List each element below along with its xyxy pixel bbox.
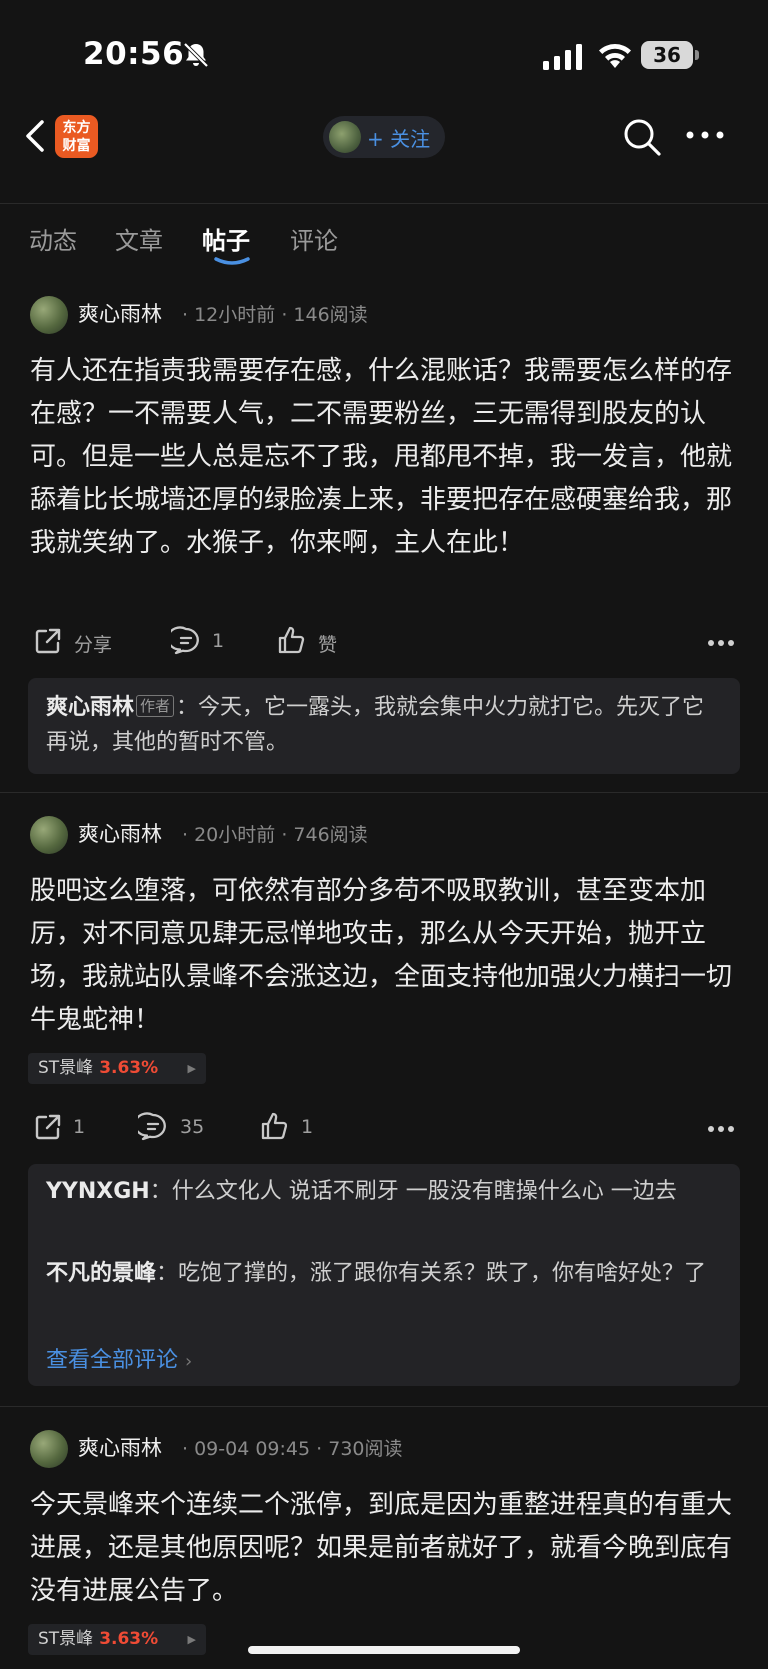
like-icon[interactable] bbox=[277, 625, 307, 655]
like-button[interactable]: 赞 bbox=[318, 630, 337, 657]
comments-preview[interactable]: 爽心雨林 作者 ：今天，它一露头，我就会集中火力就打它。先灭了它再说，其他的暂时不管… bbox=[28, 678, 740, 774]
chevron-right-icon: › bbox=[185, 1351, 193, 1372]
post-time: 20小时前 bbox=[194, 824, 276, 846]
view-all-label: 查看全部评论 bbox=[46, 1348, 179, 1373]
stock-tag[interactable]: ST景峰 3.63% ▶ bbox=[28, 1624, 206, 1655]
view-all-comments-link[interactable]: 查看全部评论 › bbox=[46, 1342, 192, 1374]
like-icon[interactable] bbox=[260, 1111, 290, 1141]
post-divider bbox=[0, 792, 768, 793]
back-chevron-icon[interactable] bbox=[22, 118, 48, 154]
author-badge: 作者 bbox=[136, 695, 175, 717]
share-icon[interactable] bbox=[33, 626, 63, 656]
post-divider bbox=[0, 1406, 768, 1407]
post-time: 09-04 09:45 bbox=[194, 1438, 311, 1460]
bell-off-icon bbox=[183, 42, 209, 68]
chevron-right-icon: ▶ bbox=[187, 1633, 196, 1646]
tab-comments[interactable]: 评论 bbox=[290, 221, 338, 256]
stock-tag[interactable]: ST景峰 3.63% ▶ bbox=[28, 1053, 206, 1084]
post-more-icon[interactable] bbox=[707, 639, 735, 647]
comment-item[interactable]: YYNXGH：什么文化人 说话不刷牙 一股没有瞎操什么心 一边去 bbox=[46, 1174, 722, 1209]
comment-icon[interactable] bbox=[138, 1112, 168, 1142]
app-logo[interactable]: 东方 财富 bbox=[55, 115, 98, 158]
stock-name: ST景峰 bbox=[38, 1058, 94, 1078]
comment-icon[interactable] bbox=[171, 626, 201, 656]
stock-name: ST景峰 bbox=[38, 1629, 94, 1649]
chevron-right-icon: ▶ bbox=[187, 1062, 196, 1075]
nav-bar: 东方 财富 + 关注 bbox=[0, 100, 768, 175]
like-count[interactable]: 1 bbox=[301, 1116, 313, 1138]
wifi-icon bbox=[599, 44, 631, 68]
tab-dynamics[interactable]: 动态 bbox=[29, 221, 77, 256]
share-count[interactable]: 1 bbox=[73, 1116, 85, 1138]
comment-text: ：吃饱了撑的，涨了跟你有关系？跌了，你有啥好处？了 bbox=[156, 1261, 707, 1286]
active-tab-indicator bbox=[214, 257, 250, 265]
stock-change: 3.63% bbox=[99, 1629, 159, 1649]
comment-count[interactable]: 35 bbox=[180, 1116, 204, 1138]
author-name[interactable]: 爽心雨林 bbox=[78, 1432, 162, 1462]
header-separator bbox=[0, 168, 768, 204]
commenter-name[interactable]: 爽心雨林 bbox=[46, 695, 134, 720]
post-meta: · 09-04 09:45 · 730阅读 bbox=[182, 1438, 403, 1460]
status-bar: 20:56 36 bbox=[0, 0, 768, 100]
post-content[interactable]: 有人还在指责我需要存在感，什么混账话？我需要怎么样的存在感？一不需要人气，二不需… bbox=[30, 350, 742, 565]
logo-line-1: 东方 bbox=[62, 120, 91, 136]
search-icon[interactable] bbox=[622, 117, 662, 157]
commenter-name[interactable]: 不凡的景峰 bbox=[46, 1261, 156, 1286]
post-reads: 730阅读 bbox=[328, 1438, 403, 1460]
logo-line-2: 财富 bbox=[62, 138, 91, 154]
post-reads: 146阅读 bbox=[293, 304, 368, 326]
tab-articles[interactable]: 文章 bbox=[115, 221, 163, 256]
follow-label: + 关注 bbox=[367, 127, 431, 151]
post-time: 12小时前 bbox=[194, 304, 276, 326]
more-options-icon[interactable] bbox=[685, 130, 725, 140]
avatar[interactable] bbox=[30, 816, 68, 854]
follow-button[interactable]: + 关注 bbox=[323, 116, 445, 158]
post-meta: · 12小时前 · 146阅读 bbox=[182, 304, 368, 326]
comment-count[interactable]: 1 bbox=[212, 630, 224, 652]
tab-bar: 动态 文章 帖子 评论 bbox=[0, 215, 768, 265]
author-name[interactable]: 爽心雨林 bbox=[78, 298, 162, 328]
post-meta: · 20小时前 · 746阅读 bbox=[182, 824, 368, 846]
post-more-icon[interactable] bbox=[707, 1125, 735, 1133]
avatar[interactable] bbox=[30, 1430, 68, 1468]
comment-item[interactable]: 爽心雨林 作者 ：今天，它一露头，我就会集中火力就打它。先灭了它再说，其他的暂时不管… bbox=[46, 690, 722, 760]
post-reads: 746阅读 bbox=[293, 824, 368, 846]
author-name[interactable]: 爽心雨林 bbox=[78, 818, 162, 848]
comment-text: ：什么文化人 说话不刷牙 一股没有瞎操什么心 一边去 bbox=[149, 1179, 677, 1204]
home-indicator bbox=[248, 1646, 520, 1654]
avatar[interactable] bbox=[30, 296, 68, 334]
comments-preview[interactable]: YYNXGH：什么文化人 说话不刷牙 一股没有瞎操什么心 一边去 不凡的景峰：吃… bbox=[28, 1164, 740, 1386]
status-time: 20:56 bbox=[83, 36, 185, 72]
comment-item[interactable]: 不凡的景峰：吃饱了撑的，涨了跟你有关系？跌了，你有啥好处？了 bbox=[46, 1256, 722, 1291]
battery-indicator: 36 bbox=[641, 41, 699, 69]
cellular-signal-icon bbox=[543, 44, 582, 70]
post-content[interactable]: 今天景峰来个连续二个涨停，到底是因为重整进程真的有重大进展，还是其他原因呢？如果… bbox=[30, 1484, 742, 1613]
commenter-name[interactable]: YYNXGH bbox=[46, 1179, 150, 1204]
avatar bbox=[329, 121, 361, 153]
stock-change: 3.63% bbox=[99, 1058, 159, 1078]
share-icon[interactable] bbox=[33, 1112, 63, 1142]
share-button[interactable]: 分享 bbox=[74, 630, 112, 657]
post-content[interactable]: 股吧这么堕落，可依然有部分多苟不吸取教训，甚至变本加厉，对不同意见肆无忌惮地攻击… bbox=[30, 870, 742, 1042]
tab-posts[interactable]: 帖子 bbox=[202, 221, 250, 256]
